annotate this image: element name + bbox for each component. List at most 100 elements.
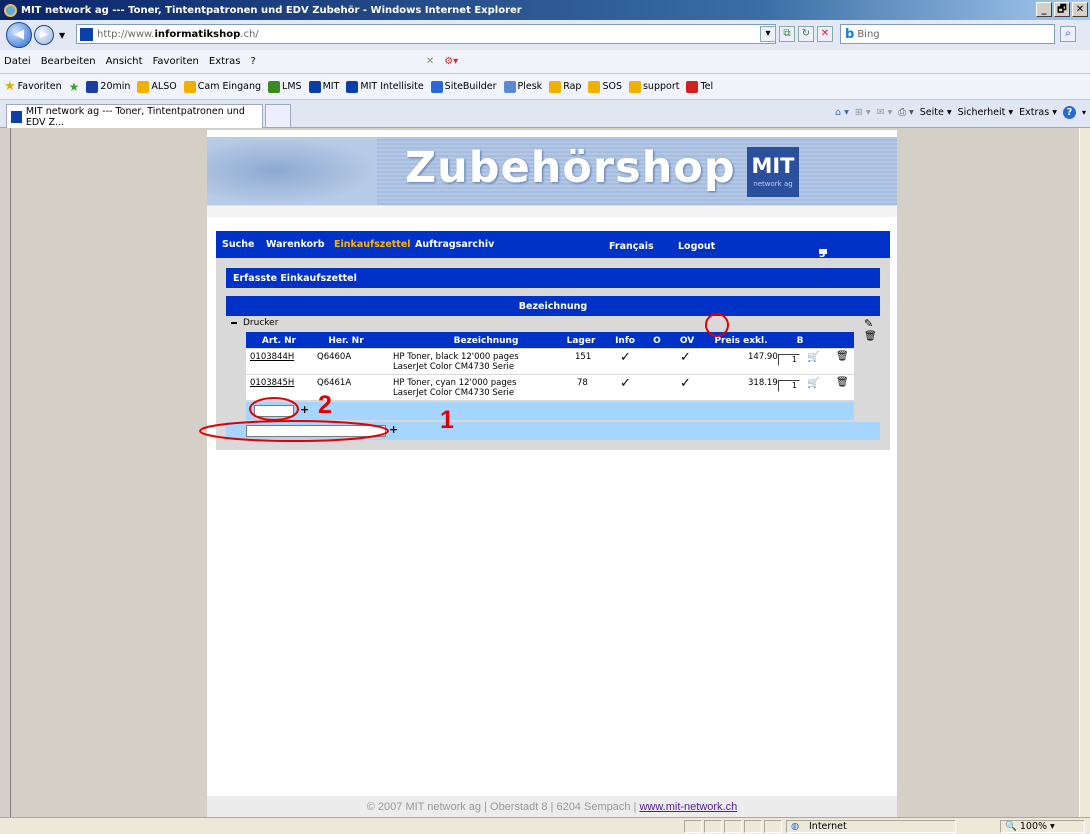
- world-map-image: [207, 137, 377, 205]
- delete-row-icon[interactable]: 🗑: [836, 351, 849, 362]
- favorite-item[interactable]: support: [628, 80, 680, 93]
- favorite-item[interactable]: Tel: [686, 80, 714, 93]
- art-nr-link[interactable]: 0103844H: [250, 352, 294, 362]
- art-nr-link[interactable]: 0103845H: [250, 378, 294, 388]
- menu-datei[interactable]: Datei: [4, 56, 31, 67]
- nav-auftragsarchiv[interactable]: Auftragsarchiv: [415, 239, 494, 250]
- close-toolbar-icon[interactable]: ✕: [426, 56, 434, 67]
- feeds-icon[interactable]: ⊞ ▾: [855, 107, 871, 118]
- add-to-cart-icon[interactable]: 🛒: [807, 352, 819, 363]
- zoom-control[interactable]: 🔍 100% ▾: [1000, 820, 1085, 833]
- address-field[interactable]: http://www. informatikshop .ch/: [76, 24, 776, 44]
- delete-group-icon[interactable]: 🗑: [864, 331, 877, 342]
- ie-icon: [4, 3, 17, 17]
- compatibility-icon[interactable]: ⧉: [779, 26, 795, 42]
- favorite-item[interactable]: SOS: [588, 80, 622, 93]
- forward-icon[interactable]: ▶: [34, 25, 54, 45]
- favorite-item[interactable]: MIT Intellisite: [346, 80, 424, 93]
- logo-text: MIT: [751, 154, 795, 178]
- favorite-label: support: [642, 81, 680, 92]
- minimize-button[interactable]: _: [1036, 2, 1052, 17]
- add-to-cart-icon[interactable]: 🛒: [807, 378, 819, 389]
- preis: 318.19: [748, 378, 778, 388]
- add-article-plus-icon[interactable]: +: [300, 403, 309, 416]
- status-cell: [724, 820, 742, 833]
- scrollbar[interactable]: [1080, 128, 1090, 817]
- menu-help[interactable]: ?: [251, 56, 256, 67]
- main-navigation: Suche Warenkorb Einkaufszettel Auftragsa…: [216, 231, 890, 271]
- refresh-icon[interactable]: ↻: [798, 26, 814, 42]
- add-list-plus-icon[interactable]: +: [389, 423, 398, 436]
- close-button[interactable]: ✕: [1072, 2, 1088, 17]
- col-info: Info: [615, 336, 635, 346]
- favorite-label: Cam Eingang: [197, 81, 262, 92]
- favorite-label: 20min: [100, 81, 131, 92]
- favorite-item[interactable]: Rap: [549, 80, 581, 93]
- favorite-item[interactable]: Plesk: [503, 80, 542, 93]
- help-icon[interactable]: ?: [1062, 106, 1076, 119]
- quantity-input[interactable]: 1: [778, 380, 800, 392]
- new-tab-button[interactable]: [265, 104, 291, 128]
- extras-menu[interactable]: Extras ▾: [1019, 107, 1057, 118]
- favorite-item[interactable]: ALSO: [137, 80, 177, 93]
- mail-icon[interactable]: ✉ ▾: [877, 107, 893, 118]
- favorite-item[interactable]: SiteBuilder: [430, 80, 497, 93]
- site-favicon: [80, 27, 93, 41]
- stop-icon[interactable]: ✕: [817, 26, 833, 42]
- window-title: MIT network ag --- Toner, Tintentpatrone…: [21, 4, 522, 16]
- favorite-icon: [503, 80, 516, 93]
- translate-icon[interactable]: ⚙▾: [444, 56, 458, 67]
- nav-warenkorb[interactable]: Warenkorb: [266, 239, 325, 250]
- favorites-button[interactable]: ★ Favoriten: [4, 79, 62, 94]
- security-menu[interactable]: Sicherheit ▾: [958, 107, 1014, 118]
- page-menu[interactable]: Seite ▾: [920, 107, 952, 118]
- tab-bar: MIT network ag --- Toner, Tintentpatrone…: [0, 100, 1090, 128]
- print-icon[interactable]: ⎙ ▾: [898, 107, 913, 118]
- add-list-row: +: [226, 422, 880, 440]
- section-title: Erfasste Einkaufszettel: [226, 268, 880, 288]
- favorite-item[interactable]: LMS: [268, 80, 302, 93]
- history-dropdown-icon[interactable]: ▼: [59, 31, 65, 40]
- collapse-icon[interactable]: [231, 321, 237, 324]
- favorite-label: Tel: [700, 81, 714, 92]
- favorite-label: LMS: [282, 81, 302, 92]
- favorites-bar: ★ Favoriten ★ 20min ALSO Cam Eingang LMS MIT M…: [0, 74, 1090, 100]
- page-footer: © 2007 MIT network ag | Oberstadt 8 | 62…: [207, 796, 897, 817]
- table-row: 0103844H Q6460A HP Toner, black 12'000 p…: [246, 349, 854, 374]
- browser-tab[interactable]: MIT network ag --- Toner, Tintentpatrone…: [6, 104, 263, 128]
- favorite-item[interactable]: 20min: [86, 80, 131, 93]
- table-header: Art. Nr Her. Nr Bezeichnung Lager Info O…: [246, 332, 854, 348]
- home-icon[interactable]: ⌂ ▾: [835, 107, 849, 118]
- quantity-input[interactable]: 1: [778, 354, 800, 366]
- favorite-icon: [346, 80, 359, 93]
- nav-francais[interactable]: Français: [609, 241, 654, 252]
- add-favorite-icon[interactable]: ★: [69, 80, 80, 94]
- article-number-input[interactable]: [254, 405, 294, 417]
- menu-bar: Datei Bearbeiten Ansicht Favoriten Extra…: [0, 50, 1090, 74]
- back-icon[interactable]: ◀: [6, 22, 32, 48]
- nav-einkaufszettel[interactable]: Einkaufszettel: [334, 239, 411, 250]
- menu-bearbeiten[interactable]: Bearbeiten: [41, 56, 96, 67]
- menu-ansicht[interactable]: Ansicht: [106, 56, 143, 67]
- shop-title: Zubehörshop: [405, 143, 736, 193]
- navigation-bar: ◀ ▶ ▼ http://www. informatikshop .ch/ ▾ ⧉ …: [0, 20, 1090, 50]
- address-dropdown-icon[interactable]: ▾: [760, 26, 776, 42]
- menu-extras[interactable]: Extras: [209, 56, 241, 67]
- status-cell: [764, 820, 782, 833]
- menu-favoriten[interactable]: Favoriten: [153, 56, 199, 67]
- group-drucker[interactable]: Drucker: [231, 318, 278, 328]
- footer-link[interactable]: www.mit-network.ch: [639, 801, 737, 813]
- ov-check-icon: ✓: [680, 376, 691, 391]
- delete-row-icon[interactable]: 🗑: [836, 377, 849, 388]
- favorite-item[interactable]: MIT: [308, 80, 339, 93]
- search-icon[interactable]: ⌕: [1060, 26, 1076, 42]
- nav-logout[interactable]: Logout: [678, 241, 715, 252]
- restore-button[interactable]: 🗗: [1054, 2, 1070, 17]
- nav-suche[interactable]: Suche: [222, 239, 254, 250]
- edit-pencil-icon[interactable]: ✎: [864, 317, 873, 330]
- list-name-input[interactable]: [246, 425, 386, 437]
- favorite-item[interactable]: Cam Eingang: [183, 80, 262, 93]
- search-input[interactable]: b Bing: [840, 24, 1055, 44]
- info-check-icon: ✓: [620, 350, 631, 365]
- annotation-number-2: 2: [318, 391, 332, 419]
